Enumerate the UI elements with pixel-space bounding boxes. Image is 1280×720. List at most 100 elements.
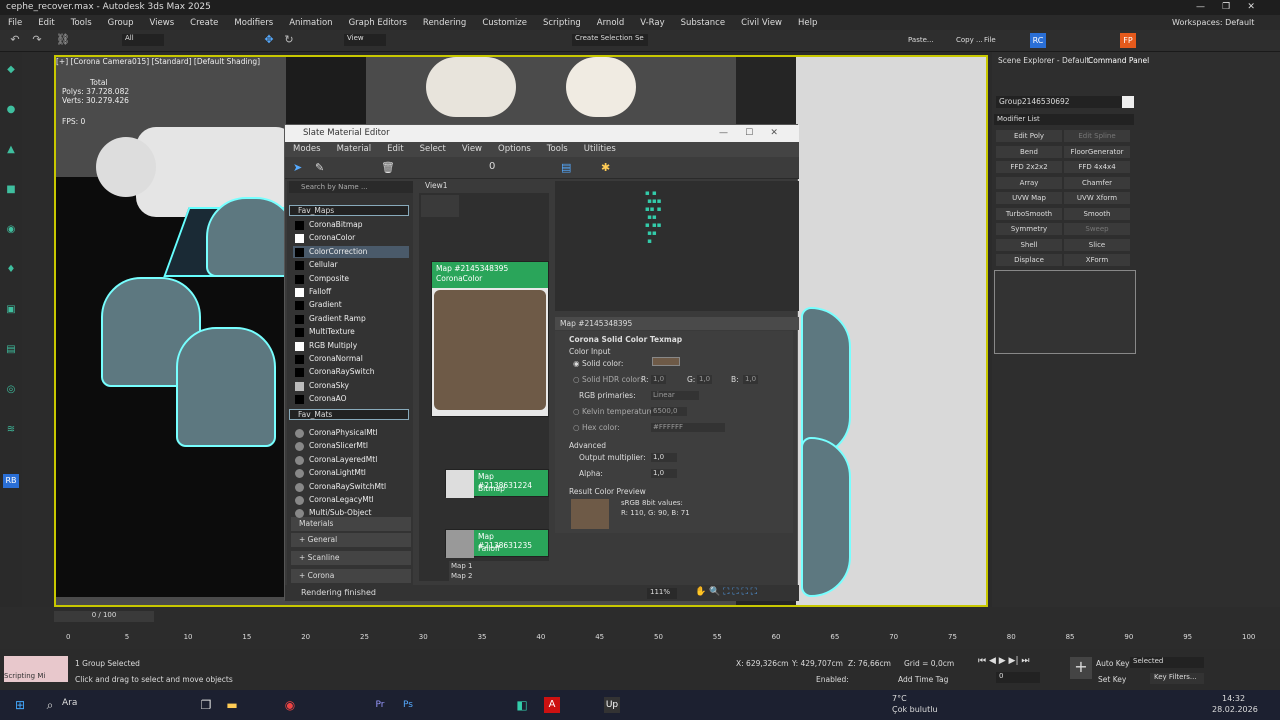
b-value[interactable]: 1,0 — [743, 375, 759, 384]
modifier-button[interactable]: Edit Poly — [996, 130, 1062, 142]
modifier-button[interactable]: Sweep — [1064, 223, 1130, 235]
set-key-button[interactable]: Set Key — [1098, 675, 1126, 684]
map-list-item[interactable]: Falloff — [293, 286, 409, 298]
sme-menu-item[interactable]: Tools — [539, 142, 576, 157]
chrome-icon[interactable]: ◉ — [282, 697, 298, 713]
mat-list-item[interactable]: CoronaLightMtl — [293, 467, 409, 479]
paste-button[interactable]: Paste... — [908, 36, 934, 44]
general-group[interactable]: + General — [291, 533, 411, 547]
node-falloff[interactable]: Map #2138631235 Falloff — [445, 529, 549, 558]
menu-item[interactable]: Modifiers — [226, 18, 281, 28]
search-icon[interactable]: ⌕ — [42, 697, 58, 713]
rgb-primaries-dropdown[interactable]: Linear — [651, 391, 699, 400]
menu-item[interactable]: Civil View — [733, 18, 790, 28]
select-tool-icon[interactable]: ◆ — [4, 64, 18, 76]
node-coronacolor[interactable]: Map #2145348395 CoronaColor — [431, 261, 549, 417]
map-list-item[interactable]: CoronaBitmap — [293, 219, 409, 231]
set-key-icon[interactable]: + — [1070, 657, 1092, 679]
rollout-title[interactable]: Corona Solid Color Texmap — [569, 335, 682, 344]
menu-item[interactable]: Create — [182, 18, 226, 28]
scene-explorer-tab[interactable]: Scene Explorer - Default — [998, 56, 1089, 65]
windows-start-icon[interactable]: ⊞ — [12, 697, 28, 713]
window-controls[interactable]: — ❐ ✕ — [1196, 2, 1255, 12]
eyedropper-icon[interactable]: ✎ — [315, 161, 324, 174]
clock-date[interactable]: 28.02.2026 — [1212, 705, 1258, 714]
upwork-icon[interactable]: Up — [604, 697, 620, 713]
hierarchy-icon[interactable]: ▤ — [4, 344, 18, 356]
sme-menu-item[interactable]: Edit — [379, 142, 411, 157]
mat-list-item[interactable]: CoronaRaySwitchMtl — [293, 481, 409, 493]
sme-menu-item[interactable]: Utilities — [576, 142, 624, 157]
modifier-button[interactable]: Displace — [996, 254, 1062, 266]
move-icon[interactable]: ✥ — [262, 33, 276, 47]
kelvin-value[interactable]: 6500,0 — [651, 407, 687, 416]
menu-item[interactable]: Substance — [673, 18, 733, 28]
menu-item[interactable]: Rendering — [415, 18, 474, 28]
modifier-button[interactable]: Slice — [1064, 238, 1130, 251]
modifier-button[interactable]: Bend — [996, 145, 1062, 158]
redo-icon[interactable]: ↷ — [30, 33, 44, 47]
maxscript-listener[interactable]: Scripting Mi — [4, 656, 68, 682]
mat-list-item[interactable]: Multi/Sub-Object — [293, 507, 409, 519]
helper-icon[interactable]: ◉ — [4, 224, 18, 236]
sme-window-controls[interactable]: — ☐ ✕ — [719, 128, 778, 138]
menu-item[interactable]: Views — [142, 18, 183, 28]
menu-item[interactable]: Edit — [30, 18, 62, 28]
modifier-button[interactable]: Smooth — [1064, 207, 1130, 220]
workspace-selector[interactable]: Workspaces: Default — [1172, 18, 1254, 27]
fav-mats-header[interactable]: Fav_Mats — [289, 409, 409, 420]
time-slider[interactable]: 0 / 100 — [54, 611, 154, 622]
photoshop-icon[interactable]: Ps — [400, 697, 416, 713]
camera-icon[interactable]: ▲ — [4, 144, 18, 156]
key-selection-dropdown[interactable]: Selected — [1130, 657, 1204, 668]
modifier-button[interactable]: FFD 2x2x2 — [996, 161, 1062, 173]
taskbar-search[interactable]: Ara — [62, 698, 77, 708]
menu-item[interactable]: File — [0, 18, 30, 28]
file-explorer-icon[interactable]: ▬ — [224, 697, 240, 713]
rc-icon[interactable]: RC — [1030, 33, 1046, 48]
copy-button[interactable]: Copy ... — [956, 36, 983, 44]
selection-filter[interactable]: All — [122, 34, 164, 46]
menu-item[interactable]: Group — [100, 18, 142, 28]
premiere-icon[interactable]: Pr — [372, 697, 388, 713]
map-list-item[interactable]: Composite — [293, 273, 409, 285]
map-list-item[interactable]: Gradient Ramp — [293, 313, 409, 325]
map-list-item[interactable]: MultiTexture — [293, 326, 409, 338]
modifier-button[interactable]: UVW Map — [996, 192, 1062, 204]
sme-menu-item[interactable]: Modes — [285, 142, 329, 157]
3dsmax-icon[interactable]: ◧ — [514, 697, 530, 713]
nodes-icon[interactable]: ✱ — [601, 161, 610, 174]
system-icon[interactable]: ♦ — [4, 264, 18, 276]
solid-color-radio[interactable]: ◉ Solid color: — [573, 359, 623, 368]
viewport-label[interactable]: [+] [Corona Camera015] [Standard] [Defau… — [56, 57, 260, 66]
add-time-tag[interactable]: Add Time Tag — [898, 675, 948, 684]
map-list-item[interactable]: CoronaColor — [293, 232, 409, 244]
map1-slot[interactable]: Map 1 — [451, 562, 472, 570]
r-value[interactable]: 1,0 — [651, 375, 667, 384]
map-list-item[interactable]: Gradient — [293, 299, 409, 311]
navigator-panel[interactable]: ▪ ▪ ▪▪▪ ▪▪ ▪ ▪▪ ▪ ▪▪ ▪▪ ▪ — [555, 181, 799, 311]
ref-coord-dropdown[interactable]: View — [344, 34, 386, 46]
mat-list-item[interactable]: CoronaLegacyMtl — [293, 494, 409, 506]
zoom-dropdown[interactable]: 111% — [647, 588, 677, 599]
file-button[interactable]: File — [984, 36, 996, 44]
timeline[interactable]: 0 / 100 0 5 10 15 20 25 30 35 40 45 50 55 60 65 70 75 80… — [0, 607, 1280, 649]
menu-item[interactable]: Arnold — [589, 18, 633, 28]
modifier-button[interactable]: TurboSmooth — [996, 207, 1062, 220]
command-panel-tab[interactable]: Command Panel — [1088, 56, 1149, 65]
browser-search[interactable]: Search by Name ... — [289, 181, 413, 193]
modifier-stack[interactable] — [994, 270, 1136, 354]
shape-icon[interactable]: ■ — [4, 184, 18, 196]
solid-color-swatch[interactable] — [652, 357, 680, 366]
motion-icon[interactable]: ◎ — [4, 384, 18, 396]
g-value[interactable]: 1,0 — [697, 375, 713, 384]
sme-menu-item[interactable]: Options — [490, 142, 539, 157]
map-list-item[interactable]: CoronaNormal — [293, 353, 409, 365]
alpha-value[interactable]: 1,0 — [651, 469, 677, 478]
modify-icon[interactable]: ▣ — [4, 304, 18, 316]
hex-radio[interactable]: ○ Hex color: — [573, 423, 620, 432]
auto-key-button[interactable]: Auto Key — [1096, 659, 1129, 668]
modifier-button[interactable]: XForm — [1064, 254, 1130, 266]
modifier-button[interactable]: Array — [996, 176, 1062, 189]
object-name-field[interactable]: Group2146530692 — [996, 96, 1126, 108]
